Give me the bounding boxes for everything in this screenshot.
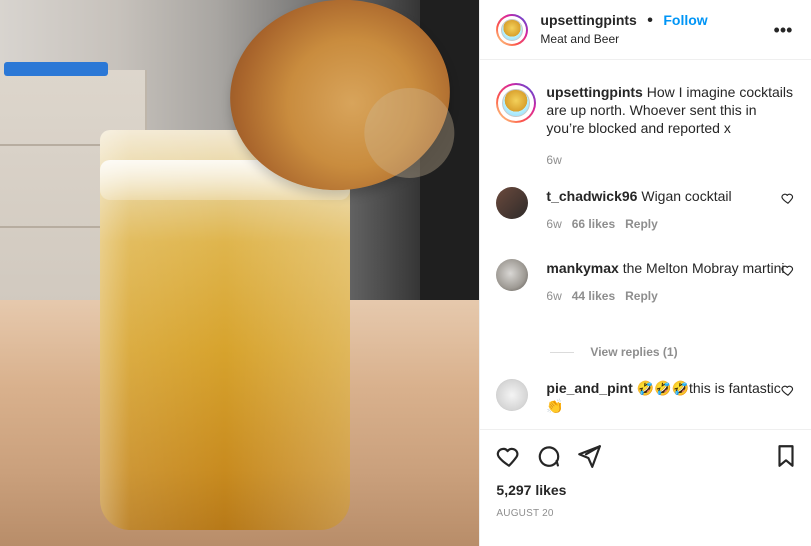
follow-button[interactable]: Follow — [663, 12, 707, 28]
post-actions: 5,297 likes AUGUST 20 — [480, 429, 811, 519]
caption-time[interactable]: 6w — [546, 151, 561, 169]
comment-username[interactable]: mankymax — [546, 260, 618, 276]
view-replies[interactable]: View replies (1) — [550, 345, 678, 359]
likes-count[interactable]: 5,297 likes — [480, 482, 811, 498]
post-photo — [0, 0, 480, 546]
comment-icon — [539, 446, 560, 467]
caption-avatar-image — [502, 89, 531, 117]
comment-reply-button[interactable]: Reply — [625, 215, 658, 233]
photo-blue-object — [4, 62, 108, 76]
header-line-1: upsettingpints • Follow — [540, 11, 707, 30]
comment-avatar[interactable] — [496, 379, 529, 411]
header-username[interactable]: upsettingpints — [540, 12, 636, 28]
comment-meta: 6w 66 likes Reply — [546, 215, 791, 233]
comment-likes[interactable]: 44 likes — [572, 287, 615, 305]
caption-body: upsettingpints How I imagine cocktails a… — [546, 83, 795, 169]
avatar-image — [501, 18, 524, 41]
comment-username[interactable]: t_chadwick96 — [546, 188, 637, 204]
caption-avatar-inner — [498, 85, 535, 121]
comment-avatar[interactable] — [496, 187, 529, 219]
avatar[interactable] — [496, 13, 529, 46]
view-replies-label[interactable]: View replies (1) — [590, 345, 677, 359]
heart-icon[interactable] — [781, 263, 795, 277]
comments-panel[interactable]: upsettingpints How I imagine cocktails a… — [480, 61, 811, 426]
comment-meta: 6w 44 likes Reply — [546, 287, 791, 305]
comment-row: pie_and_pint 🤣🤣🤣this is fantastic 👏 — [496, 379, 795, 415]
caption-username[interactable]: upsettingpints — [546, 84, 642, 100]
comment-avatar[interactable] — [496, 259, 529, 291]
comment-username[interactable]: pie_and_pint — [546, 380, 632, 396]
post-date[interactable]: AUGUST 20 — [480, 498, 811, 519]
comment-body: pie_and_pint 🤣🤣🤣this is fantastic 👏 — [546, 379, 791, 415]
comment-body: mankymax the Melton Mobray martini 6w 44… — [546, 259, 791, 305]
comment-text: Wigan cocktail — [641, 188, 732, 204]
comment-time[interactable]: 6w — [546, 215, 561, 233]
heart-icon — [497, 447, 519, 467]
caption-meta: 6w — [546, 151, 795, 169]
header-subtitle: Meat and Beer — [540, 32, 620, 46]
bookmark-icon — [778, 445, 794, 467]
comment-text: the Melton Mobray martini — [622, 260, 785, 276]
share-button[interactable] — [576, 443, 602, 469]
comment-likes[interactable]: 66 likes — [572, 215, 615, 233]
save-button[interactable] — [773, 443, 799, 469]
heart-icon[interactable] — [781, 383, 795, 397]
caption-row: upsettingpints How I imagine cocktails a… — [496, 83, 795, 169]
more-glyph: ••• — [773, 19, 793, 40]
header-separator-dot: • — [647, 12, 653, 29]
like-button[interactable] — [496, 443, 522, 469]
avatar-inner — [498, 15, 527, 44]
post-sidebar: upsettingpints • Follow Meat and Beer ••… — [479, 0, 811, 546]
view-replies-line — [550, 351, 575, 353]
comment-body: t_chadwick96 Wigan cocktail 6w 66 likes … — [546, 187, 791, 233]
comment-row: t_chadwick96 Wigan cocktail 6w 66 likes … — [496, 187, 795, 233]
instagram-post: upsettingpints • Follow Meat and Beer ••… — [0, 0, 811, 546]
comment-button[interactable] — [536, 443, 562, 469]
more-icon[interactable]: ••• — [771, 18, 795, 42]
heart-icon[interactable] — [781, 191, 795, 205]
caption-avatar[interactable] — [496, 83, 537, 123]
comment-row: mankymax the Melton Mobray martini 6w 44… — [496, 259, 795, 305]
action-bar — [480, 430, 811, 482]
comment-time[interactable]: 6w — [546, 287, 561, 305]
post-header: upsettingpints • Follow Meat and Beer ••… — [480, 0, 811, 60]
header-text: upsettingpints • Follow Meat and Beer — [540, 11, 707, 48]
comment-reply-button[interactable]: Reply — [625, 287, 658, 305]
paper-plane-icon — [578, 445, 602, 468]
